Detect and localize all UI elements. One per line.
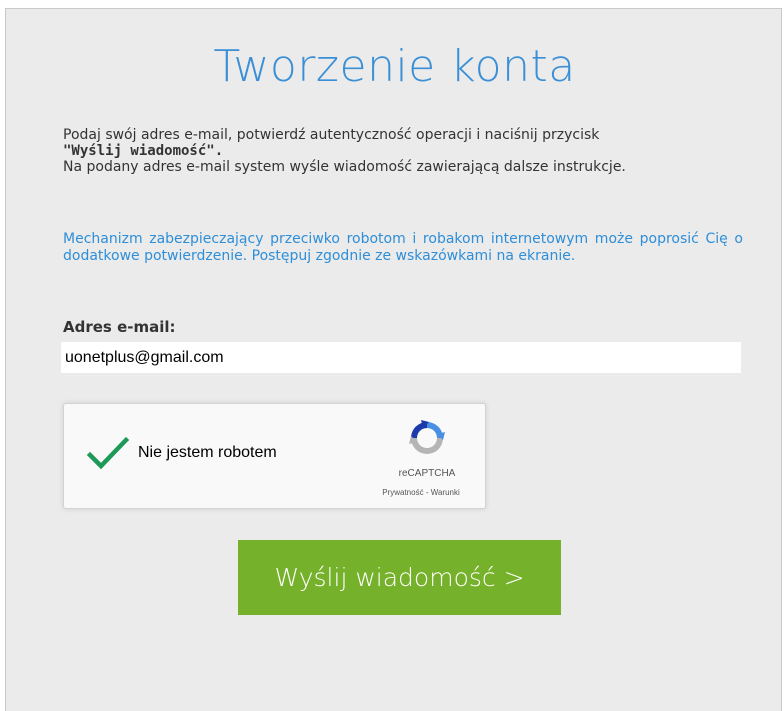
recaptcha-widget: Nie jestem robotem reCAPTCHA Prywatność … (63, 403, 486, 509)
send-message-button[interactable]: Wyślij wiadomość > (238, 540, 561, 615)
instructions-text: Podaj swój adres e-mail, potwierdź auten… (63, 127, 743, 175)
email-input[interactable] (61, 342, 741, 373)
privacy-link[interactable]: Prywatność (382, 488, 423, 497)
instructions-line2: Na podany adres e-mail system wyśle wiad… (63, 159, 626, 175)
account-creation-panel: Tworzenie konta Podaj swój adres e-mail,… (5, 8, 782, 711)
captcha-notice: Mechanizm zabezpieczający przeciwko robo… (63, 231, 743, 264)
email-label: Adres e-mail: (63, 318, 176, 336)
recaptcha-label: Nie jestem robotem (138, 444, 277, 461)
page-title: Tworzenie konta (213, 41, 576, 92)
links-separator: - (423, 488, 431, 497)
checkmark-icon[interactable] (86, 436, 130, 472)
recaptcha-logo-icon (409, 420, 445, 454)
instructions-line1: Podaj swój adres e-mail, potwierdź auten… (63, 127, 600, 143)
recaptcha-brand: reCAPTCHA (398, 468, 456, 479)
terms-link[interactable]: Warunki (431, 488, 460, 497)
recaptcha-links: Prywatność - Warunki (360, 488, 482, 497)
instructions-button-ref: "Wyślij wiadomość". (63, 143, 224, 159)
